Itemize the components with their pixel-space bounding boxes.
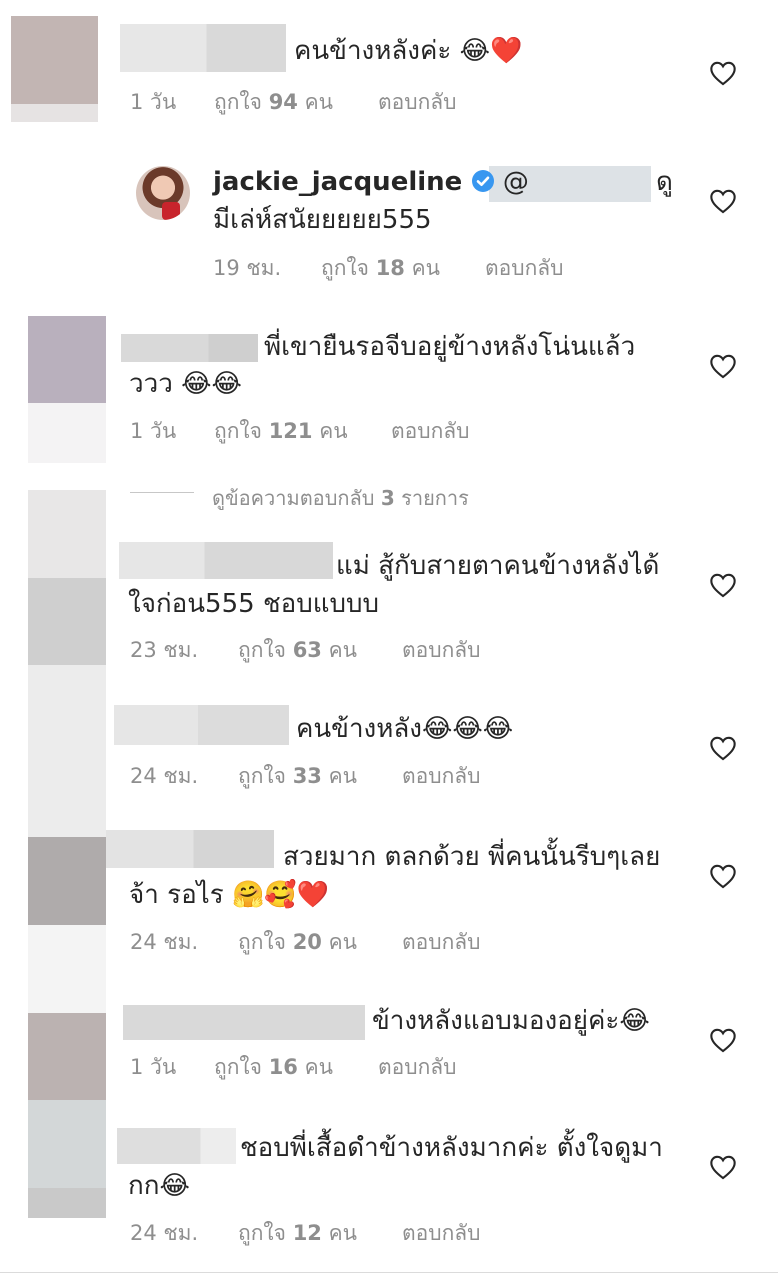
comment-text: กก😂 — [128, 1171, 190, 1201]
redacted-avatar[interactable] — [11, 16, 98, 104]
mention[interactable]: @ — [503, 167, 529, 197]
redacted-username[interactable] — [120, 24, 286, 72]
comment-text: ข้างหลังแอบมองอยู่ค่ะ😂 — [372, 1006, 650, 1036]
like-heart-icon[interactable] — [709, 60, 737, 86]
like-heart-icon[interactable] — [709, 572, 737, 598]
reply-button[interactable]: ตอบกลับ — [378, 86, 457, 119]
like-count[interactable]: ถูกใจ 20 คน — [238, 926, 357, 959]
like-heart-icon[interactable] — [709, 735, 737, 761]
comment-text: คนข้างหลัง😂😂😂 — [296, 714, 514, 744]
comment-text: คนข้างหลังค่ะ 😂❤️ — [294, 36, 523, 66]
avatar[interactable] — [136, 166, 190, 220]
avatar-detail — [162, 202, 180, 220]
redacted-avatar[interactable] — [28, 1100, 106, 1188]
redacted-username[interactable] — [121, 334, 258, 362]
comment-age: 1 วัน — [130, 419, 177, 443]
redacted-avatar[interactable] — [28, 316, 106, 403]
reply-button[interactable]: ตอบกลับ — [402, 760, 481, 793]
reply-button[interactable]: ตอบกลับ — [402, 634, 481, 667]
reply-button[interactable]: ตอบกลับ — [378, 1051, 457, 1084]
reply-button[interactable]: ตอบกลับ — [402, 1217, 481, 1250]
like-count[interactable]: ถูกใจ 63 คน — [238, 634, 357, 667]
redacted-avatar-edge — [28, 1188, 106, 1218]
redacted-avatar-edge — [28, 665, 106, 837]
redacted-username[interactable] — [119, 542, 333, 579]
like-count[interactable]: ถูกใจ 16 คน — [214, 1051, 333, 1084]
like-heart-icon[interactable] — [709, 188, 737, 214]
verified-badge-icon — [471, 166, 495, 192]
redacted-avatar[interactable] — [28, 490, 106, 578]
like-count[interactable]: ถูกใจ 18 คน — [321, 252, 440, 285]
comment-text: ววว 😂😂 — [129, 369, 242, 399]
username[interactable]: jackie_jacqueline — [213, 167, 462, 197]
redacted-avatar-edge — [11, 104, 98, 122]
comment-age: 24 ชม. — [130, 1221, 199, 1245]
bottom-divider — [0, 1272, 778, 1273]
comment-text: จ้า รอไร 🤗🥰❤️ — [129, 880, 330, 910]
redacted-avatar[interactable] — [28, 1013, 106, 1100]
redacted-avatar-edge — [28, 403, 106, 463]
comment-text: ใจก่อน555 ชอบแบบบ — [128, 589, 379, 619]
comment-age: 1 วัน — [130, 1055, 177, 1079]
like-count[interactable]: ถูกใจ 94 คน — [214, 86, 333, 119]
comment-text-tail: ดู — [656, 167, 673, 197]
like-heart-icon[interactable] — [709, 1154, 737, 1180]
redacted-username[interactable] — [123, 1005, 365, 1040]
redacted-avatar-edge — [28, 925, 106, 1013]
redacted-avatar[interactable] — [28, 837, 106, 925]
like-heart-icon[interactable] — [709, 863, 737, 889]
redacted-avatar[interactable] — [28, 578, 106, 665]
comment-text: แม่ สู้กับสายตาคนข้างหลังได้ — [336, 551, 660, 581]
reply-button[interactable]: ตอบกลับ — [485, 252, 564, 285]
comment-age: 1 วัน — [130, 90, 177, 114]
redacted-username[interactable] — [114, 705, 289, 745]
view-replies-divider — [130, 492, 194, 493]
comment-text: ชอบพี่เสื้อดำข้างหลังมากค่ะ ตั้งใจดูมา — [240, 1133, 663, 1163]
like-count[interactable]: ถูกใจ 12 คน — [238, 1217, 357, 1250]
comment-age: 19 ชม. — [213, 256, 282, 280]
comment-age: 24 ชม. — [130, 764, 199, 788]
comment-text: มีเล่ห์สนัยยยยย555 — [213, 205, 432, 235]
reply-button[interactable]: ตอบกลับ — [402, 926, 481, 959]
comment-text: พี่เขายืนรอจีบอยู่ข้างหลังโน่นแล้ว — [264, 332, 636, 362]
comment-age: 24 ชม. — [130, 930, 199, 954]
view-replies-link[interactable]: ดูข้อความตอบกลับ 3 รายการ — [212, 482, 469, 514]
like-count[interactable]: ถูกใจ 121 คน — [214, 415, 348, 448]
like-heart-icon[interactable] — [709, 353, 737, 379]
comment-age: 23 ชม. — [130, 638, 199, 662]
comment-text: สวยมาก ตลกด้วย พี่คนนั้นรีบๆเลย — [283, 842, 661, 872]
redacted-username[interactable] — [117, 1128, 236, 1164]
reply-button[interactable]: ตอบกลับ — [391, 415, 470, 448]
like-heart-icon[interactable] — [709, 1027, 737, 1053]
redacted-username[interactable] — [106, 830, 274, 868]
like-count[interactable]: ถูกใจ 33 คน — [238, 760, 357, 793]
